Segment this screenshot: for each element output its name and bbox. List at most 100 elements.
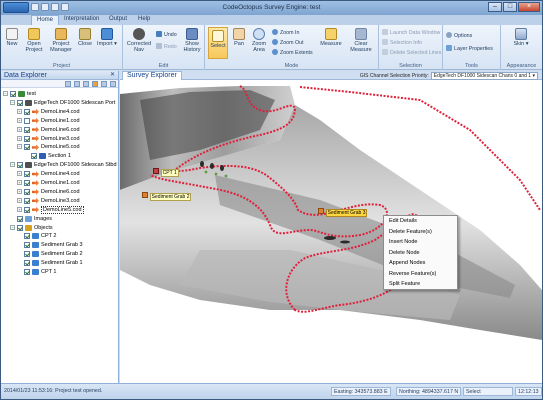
visibility-checkbox[interactable]: [17, 215, 23, 222]
menu-delete-node[interactable]: Delete Node: [384, 248, 457, 259]
channel-dropdown[interactable]: EdgeTech DF1000 Sidescan Chans 0 and 1 ▾: [430, 72, 538, 80]
visibility-checkbox[interactable]: [24, 206, 30, 213]
corrected-nav-button[interactable]: Corrected Nav: [126, 28, 152, 53]
sonar-map-view[interactable]: CPT 1 Sediment Grab 2 Sediment Grab 3 Ed…: [120, 80, 542, 383]
redo-button[interactable]: Redo: [156, 43, 177, 50]
visibility-checkbox[interactable]: [17, 99, 23, 106]
tree-section-row[interactable]: Section 1: [1, 152, 119, 160]
tree-object-row[interactable]: CPT 1: [1, 268, 119, 276]
tree-line-row[interactable]: − DemoLine5.cod: [1, 143, 119, 151]
skin-button[interactable]: Skin ▾: [509, 28, 533, 47]
tree-line-row[interactable]: + DemoLine5.cod: [1, 205, 119, 214]
expand-toggle-icon[interactable]: −: [17, 144, 22, 150]
expand-toggle-icon[interactable]: −: [10, 99, 15, 105]
tab-help[interactable]: Help: [133, 15, 155, 25]
options-button[interactable]: Options: [446, 32, 472, 39]
tool-color-icon[interactable]: [92, 81, 98, 87]
visibility-checkbox[interactable]: [24, 242, 30, 249]
expand-toggle-icon[interactable]: +: [17, 108, 22, 114]
expand-toggle-icon[interactable]: −: [10, 224, 15, 230]
visibility-checkbox[interactable]: [24, 108, 30, 115]
visibility-checkbox[interactable]: [24, 117, 30, 124]
tree-objects-row[interactable]: − Objects: [1, 224, 119, 232]
delete-selected-lines-button[interactable]: Delete Selected Lines: [382, 49, 442, 56]
menu-insert-node[interactable]: Insert Node: [384, 237, 457, 248]
visibility-checkbox[interactable]: [24, 260, 30, 267]
tab-output[interactable]: Output: [104, 15, 132, 25]
tree-line-row[interactable]: + DemoLine4.cod: [1, 170, 119, 178]
measure-button[interactable]: Measure: [319, 28, 343, 47]
tree-line-row[interactable]: + DemoLine3.cod: [1, 135, 119, 143]
expand-toggle-icon[interactable]: +: [17, 126, 22, 132]
expand-toggle-icon[interactable]: +: [17, 117, 22, 123]
visibility-checkbox[interactable]: [24, 180, 30, 186]
visibility-checkbox[interactable]: [24, 251, 30, 258]
zoom-in-button[interactable]: Zoom In: [272, 29, 299, 36]
tool-delete-icon[interactable]: [110, 81, 116, 87]
close-project-button[interactable]: Close: [76, 28, 94, 47]
tree-object-row[interactable]: Sediment Grab 1: [1, 259, 119, 267]
tab-interpretation[interactable]: Interpretation: [59, 15, 104, 25]
open-project-button[interactable]: Open Project: [23, 28, 45, 53]
tool-down-icon[interactable]: [83, 81, 89, 87]
tree-line-row[interactable]: + DemoLine3.cod: [1, 197, 119, 205]
visibility-checkbox[interactable]: [24, 126, 30, 133]
menu-append-nodes[interactable]: Append Nodes: [384, 258, 457, 269]
minimize-button[interactable]: –: [488, 2, 502, 12]
selection-info-button[interactable]: Selection Info: [382, 39, 422, 46]
visibility-checkbox[interactable]: [24, 171, 30, 178]
expand-toggle-icon[interactable]: +: [17, 171, 22, 177]
pin-icon[interactable]: ✕: [110, 71, 115, 80]
menu-delete-features[interactable]: Delete Feature(s): [384, 227, 457, 238]
show-history-button[interactable]: Show History: [181, 28, 203, 53]
visibility-checkbox[interactable]: [24, 233, 30, 240]
zoom-area-button[interactable]: Zoom Area: [249, 28, 269, 53]
menu-reverse-features[interactable]: Reverse Feature(s): [384, 269, 457, 280]
visibility-checkbox[interactable]: [10, 91, 16, 97]
tree-line-row[interactable]: + DemoLine6.cod: [1, 126, 119, 134]
tree-line-row[interactable]: + DemoLine1.cod: [1, 117, 119, 125]
expand-toggle-icon[interactable]: +: [17, 206, 22, 212]
expand-toggle-icon[interactable]: +: [17, 135, 22, 141]
visibility-checkbox[interactable]: [17, 224, 23, 231]
maximize-button[interactable]: □: [503, 2, 517, 12]
tool-up-icon[interactable]: [74, 81, 80, 87]
tree-sensor-port-row[interactable]: − EdgeTech DF1000 Sidescan Port: [1, 99, 119, 107]
menu-edit-details[interactable]: Edit Details: [384, 216, 457, 227]
marker-sediment-grab-2[interactable]: Sediment Grab 2: [142, 192, 192, 201]
expand-toggle-icon[interactable]: +: [17, 180, 22, 185]
visibility-checkbox[interactable]: [17, 162, 23, 169]
clear-measure-button[interactable]: Clear Measure: [347, 28, 375, 53]
pan-button[interactable]: Pan: [231, 28, 247, 47]
expand-toggle-icon[interactable]: +: [17, 197, 22, 203]
tree-object-row[interactable]: Sediment Grab 3: [1, 241, 119, 249]
tab-home[interactable]: Home: [31, 15, 60, 25]
tree-object-row[interactable]: Sediment Grab 2: [1, 250, 119, 258]
marker-cpt-1[interactable]: CPT 1: [153, 168, 179, 177]
project-manager-button[interactable]: Project Manager: [48, 28, 74, 53]
new-button[interactable]: New: [4, 28, 20, 47]
tree-sensor-stbd-row[interactable]: − EdgeTech DF1000 Sidescan Stbd: [1, 161, 119, 169]
select-button[interactable]: Select: [208, 27, 228, 59]
menu-split-feature[interactable]: Split Feature: [384, 279, 457, 290]
zoom-out-button[interactable]: Zoom Out: [272, 39, 304, 46]
layer-properties-button[interactable]: Layer Properties: [446, 45, 493, 52]
tree-line-row[interactable]: + DemoLine1.cod: [1, 179, 119, 187]
tree-line-row[interactable]: + DemoLine4.cod: [1, 108, 119, 116]
tool-layers-icon[interactable]: [101, 81, 107, 87]
undo-button[interactable]: Undo: [156, 31, 177, 38]
visibility-checkbox[interactable]: [31, 153, 37, 160]
visibility-checkbox[interactable]: [24, 135, 30, 142]
visibility-checkbox[interactable]: [24, 144, 30, 151]
tree-object-row[interactable]: CPT 2: [1, 232, 119, 240]
tree-images-row[interactable]: Images: [1, 215, 119, 223]
zoom-extents-button[interactable]: Zoom Extents: [272, 49, 313, 56]
expand-toggle-icon[interactable]: +: [17, 188, 22, 194]
visibility-checkbox[interactable]: [24, 269, 30, 275]
visibility-checkbox[interactable]: [24, 197, 30, 204]
launch-data-window-button[interactable]: Launch Data Window: [382, 29, 440, 36]
tool-help-icon[interactable]: [65, 81, 71, 87]
tab-survey-explorer[interactable]: Survey Explorer: [122, 71, 182, 80]
import-button[interactable]: Import ▾: [96, 28, 118, 47]
tree-line-row[interactable]: + DemoLine6.cod: [1, 188, 119, 196]
